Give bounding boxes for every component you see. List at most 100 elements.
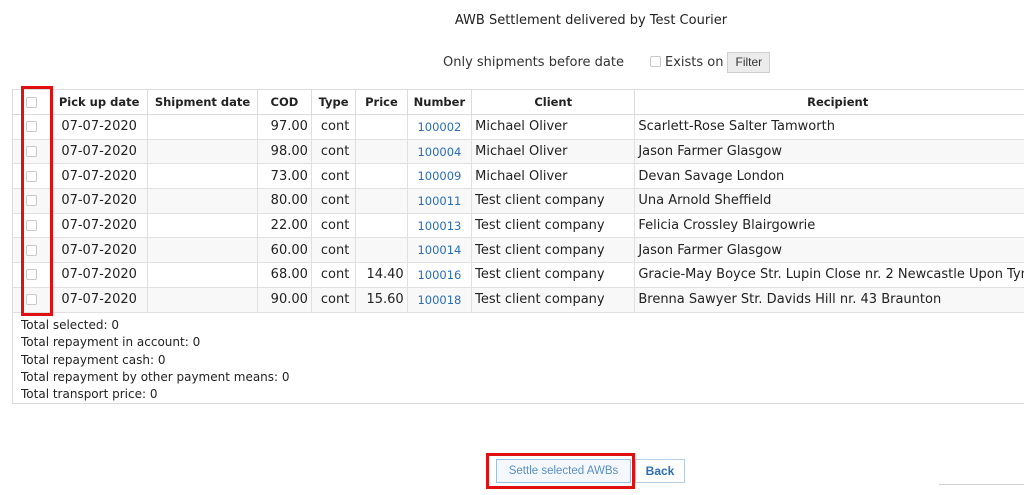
settle-selected-button[interactable]: Settle selected AWBs bbox=[496, 459, 631, 483]
type-cell: cont bbox=[310, 138, 357, 165]
price-cell bbox=[355, 237, 408, 264]
awb-number-link[interactable]: 100014 bbox=[406, 237, 473, 264]
shipment-date-cell bbox=[147, 212, 258, 239]
exists-on-checkbox[interactable] bbox=[649, 55, 661, 67]
price-cell: 14.40 bbox=[355, 262, 408, 288]
table-row: 07-07-2020 73.00 cont 100009 Michael Oli… bbox=[13, 163, 1024, 190]
type-cell: cont bbox=[310, 286, 357, 313]
recipient-cell: Felicia Crossley Blairgowrie bbox=[634, 212, 1024, 239]
row-checkbox[interactable] bbox=[26, 146, 38, 158]
header-recipient[interactable]: Recipient bbox=[634, 90, 1024, 115]
row-checkbox[interactable] bbox=[26, 294, 38, 306]
client-cell: Test client company bbox=[471, 188, 636, 214]
header-price[interactable]: Price bbox=[355, 90, 408, 115]
price-cell bbox=[355, 188, 408, 214]
table-row: 07-07-2020 60.00 cont 100014 Test client… bbox=[13, 237, 1024, 264]
total-repayment-account: Total repayment in account: 0 bbox=[21, 335, 201, 350]
shipment-date-cell bbox=[147, 163, 258, 190]
cod-cell: 68.00 bbox=[256, 262, 312, 288]
row-checkbox[interactable] bbox=[26, 244, 38, 256]
awb-number-link[interactable]: 100002 bbox=[406, 114, 473, 140]
recipient-cell: Una Arnold Sheffield bbox=[634, 188, 1024, 214]
type-cell: cont bbox=[310, 212, 357, 239]
row-checkbox[interactable] bbox=[26, 269, 38, 281]
recipient-cell: Scarlett-Rose Salter Tamworth bbox=[634, 114, 1024, 140]
price-cell bbox=[355, 163, 408, 190]
awb-number-link[interactable]: 100016 bbox=[406, 262, 473, 288]
client-cell: Michael Oliver bbox=[471, 114, 636, 140]
row-checkbox[interactable] bbox=[26, 121, 38, 133]
exists-on-label: Exists on bbox=[664, 54, 724, 70]
cod-cell: 80.00 bbox=[256, 188, 312, 214]
table-row: 07-07-2020 97.00 cont 100002 Michael Oli… bbox=[13, 114, 1024, 140]
pickup-date-cell: 07-07-2020 bbox=[50, 114, 149, 140]
total-repayment-cash: Total repayment cash: 0 bbox=[21, 352, 166, 367]
header-client[interactable]: Client bbox=[471, 90, 636, 115]
header-type[interactable]: Type bbox=[310, 90, 357, 115]
type-cell: cont bbox=[310, 163, 357, 190]
pickup-date-cell: 07-07-2020 bbox=[50, 262, 149, 288]
shipment-date-cell bbox=[147, 237, 258, 264]
cod-cell: 73.00 bbox=[256, 163, 312, 190]
select-all-header bbox=[13, 90, 52, 115]
shipment-date-cell bbox=[147, 188, 258, 214]
header-number[interactable]: Number bbox=[406, 90, 473, 115]
awb-number-link[interactable]: 100013 bbox=[406, 212, 473, 239]
header-pickup-date[interactable]: Pick up date bbox=[50, 90, 149, 115]
pickup-date-cell: 07-07-2020 bbox=[50, 212, 149, 239]
type-cell: cont bbox=[310, 188, 357, 214]
header-shipment-date[interactable]: Shipment date bbox=[147, 90, 258, 115]
price-cell: 15.60 bbox=[355, 286, 408, 313]
client-cell: Test client company bbox=[471, 286, 636, 313]
filter-button[interactable]: Filter bbox=[727, 51, 771, 73]
row-checkbox[interactable] bbox=[26, 220, 38, 232]
total-transport-price: Total transport price: 0 bbox=[21, 387, 158, 402]
shipment-date-cell bbox=[147, 138, 258, 165]
client-cell: Test client company bbox=[471, 212, 636, 239]
awb-number-link[interactable]: 100009 bbox=[406, 163, 473, 190]
price-cell bbox=[355, 114, 408, 140]
client-cell: Test client company bbox=[471, 262, 636, 288]
filter-bar: Only shipments before date Exists on Fil… bbox=[443, 51, 771, 73]
recipient-cell: Jason Farmer Glasgow bbox=[634, 138, 1024, 165]
cod-cell: 22.00 bbox=[256, 212, 312, 239]
pickup-date-cell: 07-07-2020 bbox=[50, 188, 149, 214]
cod-cell: 98.00 bbox=[256, 138, 312, 165]
shipment-date-cell bbox=[147, 114, 258, 140]
type-cell: cont bbox=[310, 237, 357, 264]
price-cell bbox=[355, 138, 408, 165]
page-title: AWB Settlement delivered by Test Courier bbox=[454, 13, 728, 28]
table-row: 07-07-2020 90.00 cont 15.60 100018 Test … bbox=[13, 286, 1024, 313]
price-cell bbox=[355, 212, 408, 239]
awb-number-link[interactable]: 100018 bbox=[406, 286, 473, 313]
table-row: 07-07-2020 98.00 cont 100004 Michael Oli… bbox=[13, 138, 1024, 165]
recipient-cell: Devan Savage London bbox=[634, 163, 1024, 190]
cod-cell: 90.00 bbox=[256, 286, 312, 313]
recipient-cell: Brenna Sawyer Str. Davids Hill nr. 43 Br… bbox=[634, 286, 1024, 313]
recipient-cell: Jason Farmer Glasgow bbox=[634, 237, 1024, 264]
select-all-checkbox[interactable] bbox=[26, 97, 38, 108]
row-checkbox[interactable] bbox=[26, 195, 38, 207]
awb-number-link[interactable]: 100011 bbox=[406, 188, 473, 214]
table-row: 07-07-2020 22.00 cont 100013 Test client… bbox=[13, 212, 1024, 239]
cod-cell: 60.00 bbox=[256, 237, 312, 264]
type-cell: cont bbox=[310, 114, 357, 140]
total-repayment-other: Total repayment by other payment means: … bbox=[21, 369, 290, 384]
before-date-label: Only shipments before date bbox=[443, 54, 624, 70]
table-row: 07-07-2020 80.00 cont 100011 Test client… bbox=[13, 188, 1024, 214]
pickup-date-cell: 07-07-2020 bbox=[50, 237, 149, 264]
awb-number-link[interactable]: 100004 bbox=[406, 138, 473, 165]
row-checkbox[interactable] bbox=[26, 170, 38, 182]
table-header-row: Pick up date Shipment date COD Type Pric… bbox=[13, 90, 1024, 115]
header-cod[interactable]: COD bbox=[256, 90, 312, 115]
pickup-date-cell: 07-07-2020 bbox=[50, 163, 149, 190]
cod-cell: 97.00 bbox=[256, 114, 312, 140]
type-cell: cont bbox=[310, 262, 357, 288]
recipient-cell: Gracie-May Boyce Str. Lupin Close nr. 2 … bbox=[634, 262, 1024, 288]
back-button[interactable]: Back bbox=[635, 459, 685, 483]
shipment-date-cell bbox=[147, 262, 258, 288]
table-row: 07-07-2020 68.00 cont 14.40 100016 Test … bbox=[13, 262, 1024, 288]
pickup-date-cell: 07-07-2020 bbox=[50, 286, 149, 313]
pickup-date-cell: 07-07-2020 bbox=[50, 138, 149, 165]
totals-summary: Total selected: 0 Total repayment in acc… bbox=[21, 317, 290, 403]
